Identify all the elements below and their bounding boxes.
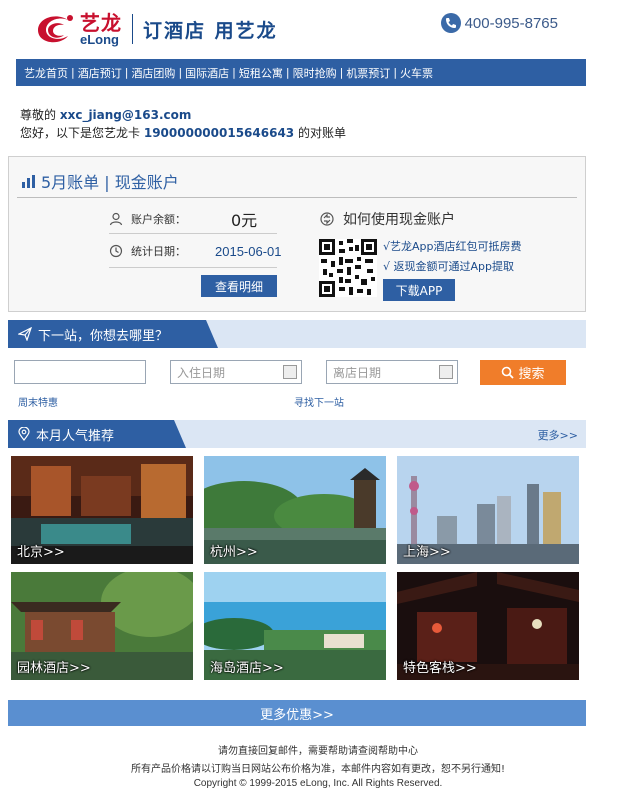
next-stop-tab: 下一站，你想去哪里？: [8, 320, 218, 348]
tile-island-hotel[interactable]: 海岛酒店>>: [204, 572, 386, 680]
copyright: Copyright © 1999-2015 eLong, Inc. All Ri…: [193, 778, 443, 789]
checkin-date-input[interactable]: 入住日期: [170, 360, 302, 384]
main-nav: 艺龙首页 | 酒店预订 | 酒店团购 | 国际酒店 | 短租公寓 | 限时抢购 | 机票预订…: [16, 59, 586, 86]
user-email[interactable]: xxc_jiang@163.com: [60, 108, 192, 122]
tile-beijing[interactable]: 北京>>: [11, 456, 193, 564]
nav-intl-hotel[interactable]: 国际酒店: [185, 65, 229, 81]
bill-title: 5月账单 | 现金账户: [21, 169, 179, 193]
tile-label: 北京>>: [17, 545, 65, 560]
calendar-icon[interactable]: [439, 365, 453, 379]
logo-chinese-name: 艺龙: [80, 10, 122, 35]
phone-icon: [440, 13, 461, 33]
nav-home[interactable]: 艺龙首页: [24, 65, 68, 81]
destination-input[interactable]: [14, 360, 146, 384]
footer-line-2: 所有产品价格请以订购当日网站公布价格为准，本邮件内容如有更改，恕不另行通知!: [130, 764, 505, 775]
bill-divider: [17, 197, 577, 198]
elong-logo[interactable]: 艺龙 eLong 订酒店 用艺龙: [34, 10, 278, 48]
tile-special-inn[interactable]: 特色客栈>>: [397, 572, 579, 680]
tip-line-1: √艺龙App酒店红包可抵房费: [383, 240, 522, 253]
view-detail-button[interactable]: 查看明细: [201, 275, 277, 297]
tile-label: 海岛酒店>>: [210, 661, 284, 676]
balance-value: 0元: [231, 211, 258, 230]
location-pin-icon: [18, 427, 30, 441]
tile-label: 杭州>>: [210, 545, 258, 560]
tip-line-2: √ 返现金额可通过App提取: [383, 260, 514, 273]
more-popular-link[interactable]: 更多>>: [538, 427, 578, 443]
checkout-date-input[interactable]: 离店日期: [326, 360, 458, 384]
tile-hangzhou[interactable]: 杭州>>: [204, 456, 386, 564]
nav-hotel-groupon[interactable]: 酒店团购: [131, 65, 175, 81]
nav-train[interactable]: 火车票: [400, 65, 433, 81]
user-icon: [109, 212, 123, 226]
greeting-line2-suffix: 的对账单: [297, 126, 346, 140]
qr-code-icon[interactable]: [319, 239, 377, 297]
tile-label: 园林酒店>>: [17, 661, 91, 676]
card-number: 190000000015646643: [143, 126, 295, 140]
weekend-deals-link[interactable]: 周末特惠: [18, 394, 58, 409]
popular-tab: 本月人气推荐: [8, 420, 186, 448]
footer-line-1: 请勿直接回复邮件，需要帮助请查阅帮助中心: [218, 746, 418, 757]
slogan: 订酒店 用艺龙: [143, 19, 278, 42]
date-row: 统计日期： 2015-06-01: [109, 243, 282, 259]
logo-english-name: eLong: [80, 31, 119, 47]
more-offers-button[interactable]: 更多优惠>>: [8, 700, 586, 726]
bar-chart-icon: [22, 175, 35, 188]
paper-plane-icon: [18, 327, 32, 341]
popular-bar: 本月人气推荐 更多>>: [8, 420, 586, 448]
search-button[interactable]: 搜索: [480, 360, 566, 385]
greeting-line2-prefix: 您好，以下是您艺龙卡: [20, 126, 141, 140]
exchange-icon: [320, 212, 334, 226]
balance-label: 账户余额：: [131, 213, 186, 226]
nav-hotel-booking[interactable]: 酒店预订: [78, 65, 122, 81]
next-stop-bar: 下一站，你想去哪里？: [8, 320, 586, 348]
hotline[interactable]: 400-995-8765: [440, 13, 558, 33]
greeting-prefix: 尊敬的: [20, 108, 57, 122]
nav-flights[interactable]: 机票预订: [346, 65, 390, 81]
balance-row: 账户余额： 0元: [109, 207, 257, 231]
find-next-stop-link[interactable]: 寻找下一站: [294, 394, 344, 409]
nav-flash-sale[interactable]: 限时抢购: [293, 65, 337, 81]
tile-label: 上海>>: [403, 545, 451, 560]
date-label: 统计日期：: [131, 245, 186, 258]
app-tips: √艺龙App酒店红包可抵房费 √ 返现金额可通过App提取: [383, 237, 522, 277]
email-page: 艺龙 eLong 订酒店 用艺龙 400-995-8765 艺龙首页 | 酒店预订…: [0, 0, 636, 800]
download-app-button[interactable]: 下载APP: [383, 279, 455, 301]
search-icon: [502, 366, 515, 379]
calendar-icon[interactable]: [283, 365, 297, 379]
tile-shanghai[interactable]: 上海>>: [397, 456, 579, 564]
clock-icon: [109, 244, 123, 258]
hotline-number: 400-995-8765: [464, 14, 558, 32]
date-value: 2015-06-01: [215, 243, 282, 259]
tile-garden-hotel[interactable]: 园林酒店>>: [11, 572, 193, 680]
logo-divider: [132, 14, 133, 44]
bill-panel: 5月账单 | 现金账户 账户余额： 0元 统计日期： 2015-06-01 查看…: [8, 156, 586, 312]
nav-apartment[interactable]: 短租公寓: [239, 65, 283, 81]
howto-title: 如何使用现金账户: [319, 209, 455, 229]
elong-logo-icon: [38, 15, 73, 43]
greeting: 尊敬的 xxc_jiang@163.com 您好，以下是您艺龙卡 1900000…: [20, 106, 346, 142]
header: 艺龙 eLong 订酒店 用艺龙 400-995-8765: [0, 0, 636, 58]
tile-label: 特色客栈>>: [403, 661, 477, 676]
